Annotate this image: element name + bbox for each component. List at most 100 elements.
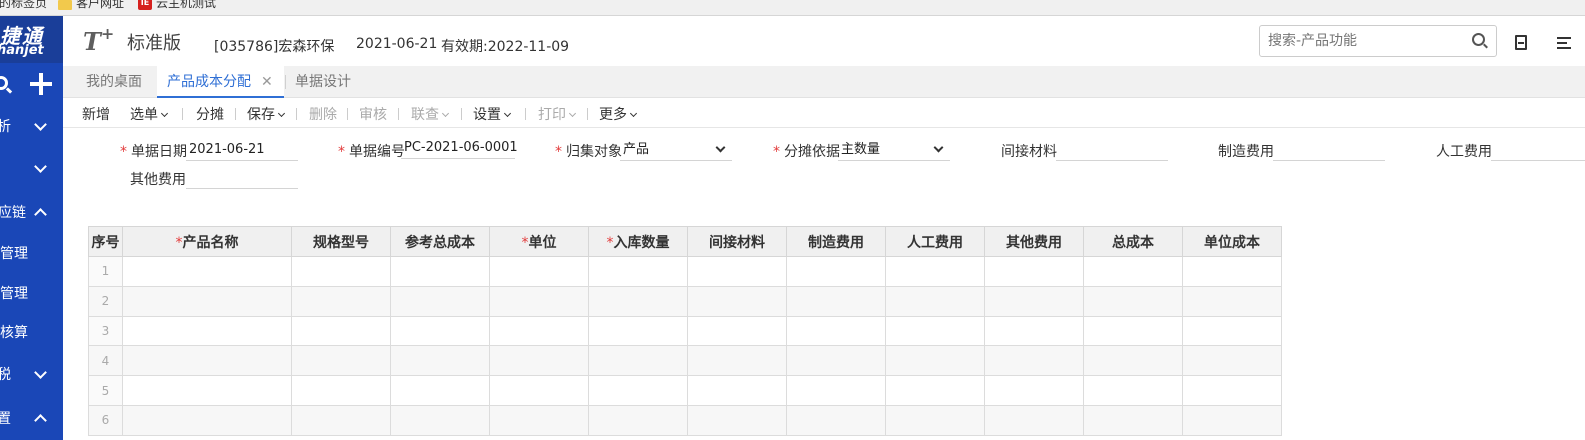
grid-cell[interactable] [489,256,589,287]
grid-cell[interactable] [588,345,688,377]
column-header[interactable]: 间接材料 [687,226,787,257]
grid-cell[interactable] [122,256,292,287]
grid-cell[interactable] [786,285,886,317]
grid-cell[interactable] [291,375,391,406]
sidebar-item-accounting[interactable]: 核算 [0,312,63,352]
audit-button[interactable]: 审核 [359,104,387,124]
sidebar-item-settings[interactable]: 置 [0,398,63,438]
grid-cell[interactable] [588,404,688,436]
grid-cell[interactable] [489,315,589,347]
grid-cell[interactable] [687,404,787,436]
indirect-material-field[interactable] [1056,139,1168,161]
grid-cell[interactable] [786,345,886,377]
column-header[interactable]: 参考总成本 [390,226,490,257]
column-header[interactable]: 总成本 [1083,226,1183,257]
bookmark-customer-urls[interactable]: 客户网址 [58,0,124,11]
grid-cell[interactable] [984,256,1084,287]
sidebar-item-tax[interactable]: 税 [0,354,63,394]
grid-cell[interactable] [1182,404,1282,436]
sidebar-item-collapsed[interactable] [0,148,63,188]
other-cost-field[interactable] [186,167,298,189]
grid-cell[interactable] [122,375,292,406]
grid-cell[interactable] [122,285,292,317]
grid-cell[interactable] [786,375,886,406]
grid-cell[interactable] [291,345,391,377]
grid-cell[interactable] [489,285,589,317]
grid-cell[interactable] [390,315,490,347]
grid-cell[interactable] [390,345,490,377]
sidebar-item-supply-chain[interactable]: 应链 [0,192,63,232]
grid-cell[interactable] [1182,345,1282,377]
grid-cell[interactable] [984,404,1084,436]
grid-cell[interactable] [885,256,985,287]
grid-cell[interactable] [390,375,490,406]
grid-cell[interactable] [786,256,886,287]
grid-cell[interactable] [122,345,292,377]
grid-cell[interactable] [489,404,589,436]
select-doc-button[interactable]: 选单 [130,104,169,124]
grid-cell[interactable] [984,345,1084,377]
grid-cell[interactable] [885,404,985,436]
grid-cell[interactable] [291,315,391,347]
manufacturing-cost-field[interactable] [1273,139,1385,161]
grid-cell[interactable] [390,404,490,436]
sidebar-item-management-1[interactable]: 管理 [0,233,63,273]
tab-product-cost-allocation[interactable]: 产品成本分配 ✕ [157,66,284,98]
grid-cell[interactable] [885,375,985,406]
column-header[interactable]: *产品名称 [122,226,292,257]
tab-document-design[interactable]: 单据设计 [295,66,351,98]
search-input[interactable] [1268,32,1463,50]
grid-cell[interactable] [1182,375,1282,406]
grid-cell[interactable] [1182,285,1282,317]
grid-cell[interactable] [786,315,886,347]
column-header[interactable]: 规格型号 [291,226,391,257]
column-header[interactable]: 人工费用 [885,226,985,257]
grid-cell[interactable] [687,345,787,377]
linked-query-button[interactable]: 联查 [411,104,450,124]
allocate-button[interactable]: 分摊 [196,104,224,124]
sidebar-item-management-2[interactable]: 管理 [0,273,63,313]
grid-cell[interactable] [984,315,1084,347]
allocation-basis-select[interactable]: 主数量 [838,139,950,161]
grid-cell[interactable] [588,256,688,287]
more-button[interactable]: 更多 [599,104,638,124]
print-button[interactable]: 打印 [538,104,577,124]
sidebar-item-analysis[interactable]: 析 [0,106,63,146]
new-button[interactable]: 新增 [82,104,110,124]
grid-cell[interactable] [786,404,886,436]
grid-cell[interactable] [390,285,490,317]
column-header[interactable]: 其他费用 [984,226,1084,257]
grid-cell[interactable] [291,285,391,317]
grid-cell[interactable] [291,256,391,287]
grid-cell[interactable] [1083,404,1183,436]
column-header[interactable]: 制造费用 [786,226,886,257]
grid-cell[interactable] [122,315,292,347]
collection-object-select[interactable]: 产品 [620,139,732,161]
grid-cell[interactable] [984,375,1084,406]
delete-button[interactable]: 删除 [309,104,337,124]
grid-cell[interactable] [687,285,787,317]
grid-cell[interactable] [1182,315,1282,347]
grid-cell[interactable] [1182,256,1282,287]
grid-cell[interactable] [588,315,688,347]
bookmark-cloud-host-test[interactable]: IE 云主机测试 [138,0,216,11]
grid-cell[interactable] [588,375,688,406]
grid-cell[interactable] [687,375,787,406]
grid-cell[interactable] [291,404,391,436]
add-icon[interactable] [30,73,52,95]
tab-my-desktop[interactable]: 我的桌面 [86,66,142,98]
grid-cell[interactable] [687,256,787,287]
search-icon[interactable] [1472,33,1485,46]
column-header[interactable]: *单位 [489,226,589,257]
grid-cell[interactable] [885,285,985,317]
grid-cell[interactable] [390,256,490,287]
grid-cell[interactable] [489,345,589,377]
column-header[interactable]: 序号 [88,226,123,257]
bookmark-tab-page[interactable]: 的标签页 [0,0,47,11]
grid-cell[interactable] [885,345,985,377]
grid-cell[interactable] [1083,375,1183,406]
settings-button[interactable]: 设置 [473,104,512,124]
grid-cell[interactable] [1083,285,1183,317]
labor-cost-field[interactable] [1491,139,1585,161]
close-icon[interactable]: ✕ [261,66,273,98]
